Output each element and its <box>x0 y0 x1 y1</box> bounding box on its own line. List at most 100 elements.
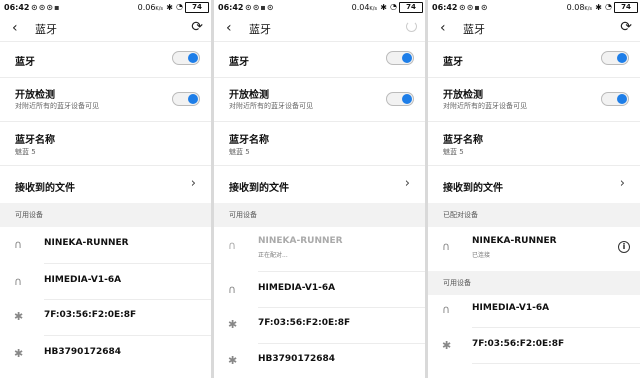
bluetooth-status-icon: ✱ <box>380 3 387 12</box>
bluetooth-label: 蓝牙 <box>229 57 249 68</box>
divider <box>428 41 640 42</box>
notification-icons: ⊙⊙▪⊙ <box>245 3 275 12</box>
paired-devices-header: 已配对设备 <box>428 203 640 227</box>
bluetooth-toggle[interactable] <box>172 51 200 65</box>
toggle-knob <box>617 94 627 104</box>
wifi-icon: ◔ <box>390 2 397 11</box>
bluetooth-toggle[interactable] <box>601 51 629 65</box>
screen-3: 06:42 ⊙⊙▪⊙ 0.08K/s ✱ ◔ 74 ‹ 蓝牙 ⟳ 蓝牙 开放检测… <box>428 0 640 378</box>
discoverable-toggle[interactable] <box>386 92 414 106</box>
header: ‹ 蓝牙 <box>214 15 425 41</box>
back-icon[interactable]: ‹ <box>440 21 446 35</box>
status-bar: 06:42 ⊙⊙▪⊙ 0.08K/s ✱ ◔ 74 <box>428 0 640 15</box>
device-row[interactable]: ∩ HIMEDIA-V1-6A <box>428 291 640 327</box>
bluetooth-status-icon: ✱ <box>595 3 602 12</box>
status-bar: 06:42 ⊙⊙▪⊙ 0.04K/s ✱ ◔ 74 <box>214 0 425 15</box>
divider <box>214 77 425 78</box>
device-name: 7F:03:56:F2:0E:8F <box>44 310 137 320</box>
device-row[interactable]: ∩ HIMEDIA-V1-6A <box>214 271 425 307</box>
chevron-right-icon: › <box>619 176 625 191</box>
screen-2: 06:42 ⊙⊙▪⊙ 0.04K/s ✱ ◔ 74 ‹ 蓝牙 蓝牙 开放检测 对… <box>214 0 425 378</box>
bluetooth-status-icon: ✱ <box>166 3 173 12</box>
divider <box>0 77 211 78</box>
device-row[interactable]: ✱ HB3790172684 <box>214 343 425 378</box>
device-name: HIMEDIA-V1-6A <box>472 303 550 313</box>
received-files-label[interactable]: 接收到的文件 <box>229 179 289 194</box>
device-name: NINEKA-RUNNER <box>258 236 343 246</box>
device-row[interactable]: ✱ 7F:03:56:F2:0E:8F <box>0 299 211 335</box>
toggle-knob <box>402 94 412 104</box>
device-name-label[interactable]: 蓝牙名称 <box>229 131 269 146</box>
discoverable-toggle[interactable] <box>172 92 200 106</box>
page-title: 蓝牙 <box>249 23 271 36</box>
pairing-status: 正在配对... <box>258 252 288 259</box>
device-row[interactable]: ✱ HB3790172684 <box>0 335 211 371</box>
available-devices-header: 可用设备 <box>214 203 425 227</box>
divider <box>0 121 211 122</box>
divider <box>0 41 211 42</box>
discoverable-toggle[interactable] <box>601 92 629 106</box>
device-name: HIMEDIA-V1-6A <box>258 283 336 293</box>
battery-icon: 74 <box>185 2 209 13</box>
divider <box>472 363 640 364</box>
device-name-label[interactable]: 蓝牙名称 <box>15 131 55 146</box>
loading-spinner-icon <box>406 21 417 32</box>
device-name-label[interactable]: 蓝牙名称 <box>443 131 483 146</box>
notification-icons: ⊙⊙⊙▪ <box>31 3 61 12</box>
device-name: HB3790172684 <box>44 347 122 357</box>
headphones-icon: ∩ <box>228 239 237 252</box>
toggle-knob <box>188 53 198 63</box>
battery-icon: 74 <box>614 2 638 13</box>
discoverable-label: 开放检测 <box>229 90 269 101</box>
device-row[interactable]: ∩ NINEKA-RUNNER <box>0 227 211 263</box>
bluetooth-icon: ✱ <box>14 310 24 323</box>
received-files-label[interactable]: 接收到的文件 <box>15 179 75 194</box>
received-files-label[interactable]: 接收到的文件 <box>443 179 503 194</box>
bluetooth-icon: ✱ <box>442 339 452 352</box>
toggle-knob <box>188 94 198 104</box>
paired-device-row[interactable]: ∩ NINEKA-RUNNER 已连接 i <box>428 227 640 271</box>
device-row[interactable]: ∩ HIMEDIA-V1-6A <box>0 263 211 299</box>
headphones-icon: ∩ <box>442 303 451 316</box>
refresh-icon[interactable]: ⟳ <box>620 19 632 35</box>
info-icon[interactable]: i <box>618 241 630 253</box>
page-title: 蓝牙 <box>463 23 485 36</box>
refresh-icon[interactable]: ⟳ <box>191 19 203 35</box>
battery-icon: 74 <box>399 2 423 13</box>
device-name-value: 魅蓝 5 <box>15 148 36 156</box>
page-title: 蓝牙 <box>35 23 57 36</box>
device-row[interactable]: ✱ 7F:03:56:F2:0E:8F <box>214 307 425 343</box>
toggle-knob <box>617 53 627 63</box>
back-icon[interactable]: ‹ <box>12 21 18 35</box>
status-bar: 06:42 ⊙⊙⊙▪ 0.06K/s ✱ ◔ 74 <box>0 0 211 15</box>
back-icon[interactable]: ‹ <box>226 21 232 35</box>
headphones-icon: ∩ <box>14 238 23 251</box>
device-name: NINEKA-RUNNER <box>44 238 129 248</box>
network-speed: 0.06K/s <box>137 3 163 12</box>
bluetooth-label: 蓝牙 <box>15 57 35 68</box>
connection-status: 已连接 <box>472 252 491 259</box>
bluetooth-icon: ✱ <box>14 347 24 360</box>
headphones-icon: ∩ <box>14 275 23 288</box>
screen-1: 06:42 ⊙⊙⊙▪ 0.06K/s ✱ ◔ 74 ‹ 蓝牙 ⟳ 蓝牙 开放检测… <box>0 0 211 378</box>
chevron-right-icon: › <box>404 176 410 191</box>
discoverable-sub: 对附近所有的蓝牙设备可见 <box>15 102 99 110</box>
bluetooth-toggle[interactable] <box>386 51 414 65</box>
headphones-icon: ∩ <box>442 240 451 253</box>
divider <box>428 121 640 122</box>
device-name-value: 魅蓝 5 <box>443 148 464 156</box>
divider <box>428 77 640 78</box>
device-row[interactable]: ∩ NINEKA-RUNNER 正在配对... <box>214 227 425 271</box>
status-time: 06:42 <box>4 3 30 12</box>
available-devices-header: 可用设备 <box>0 203 211 227</box>
device-name: 7F:03:56:F2:0E:8F <box>472 339 565 349</box>
device-row[interactable]: ✱ 7F:03:56:F2:0E:8F <box>428 327 640 363</box>
device-name: NINEKA-RUNNER <box>472 236 557 246</box>
device-name-value: 魅蓝 5 <box>229 148 250 156</box>
wifi-icon: ◔ <box>605 2 612 11</box>
network-speed: 0.04K/s <box>351 3 377 12</box>
network-speed: 0.08K/s <box>566 3 592 12</box>
discoverable-sub: 对附近所有的蓝牙设备可见 <box>229 102 313 110</box>
status-time: 06:42 <box>218 3 244 12</box>
bluetooth-icon: ✱ <box>228 318 238 331</box>
